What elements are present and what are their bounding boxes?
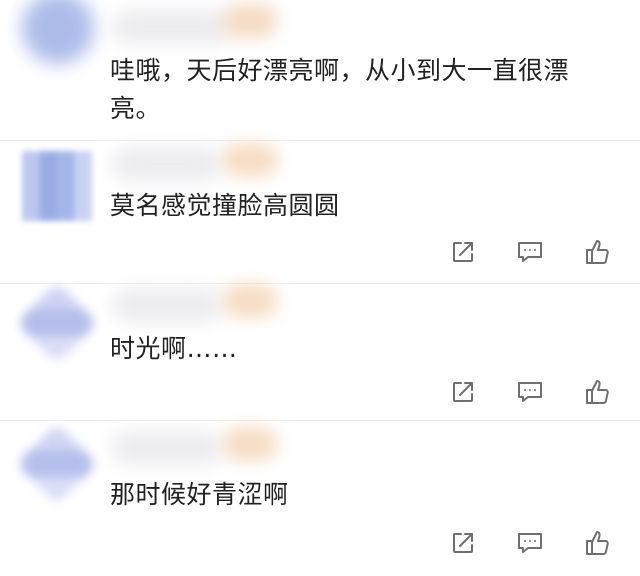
username-blurred [112, 431, 222, 465]
share-button[interactable] [446, 375, 480, 409]
comment-icon [518, 382, 542, 402]
comment-text: 时光啊…… [110, 334, 238, 363]
share-icon [453, 533, 473, 553]
reply-button[interactable] [513, 235, 547, 269]
comment-actions [440, 235, 620, 269]
user-badge-blurred [222, 143, 278, 177]
username-blurred [112, 147, 222, 181]
like-button[interactable] [580, 526, 614, 560]
like-button[interactable] [580, 375, 614, 409]
thumbs-up-icon [586, 531, 609, 555]
share-icon [453, 242, 473, 262]
comment-item: 时光啊…… [0, 281, 640, 420]
comment-text: 那时候好青涩啊 [110, 480, 289, 509]
avatar[interactable] [15, 281, 99, 365]
comment-text: 莫名感觉撞脸高圆圆 [110, 191, 340, 220]
user-badge-blurred [222, 427, 278, 461]
comment-text: 哇哦，天后好漂亮啊，从小到大一直很漂亮。 [110, 56, 570, 123]
user-badge-blurred [222, 284, 278, 318]
comment-list: 哇哦，天后好漂亮啊，从小到大一直很漂亮。 莫名感觉撞脸高圆圆 时光啊…… 那时候… [0, 0, 640, 576]
avatar[interactable] [15, 422, 99, 506]
comment-actions [440, 526, 620, 560]
share-icon [453, 382, 473, 402]
user-badge-blurred [222, 4, 278, 38]
thumbs-up-icon [586, 380, 609, 404]
like-button[interactable] [580, 235, 614, 269]
comment-icon [518, 242, 542, 262]
avatar[interactable] [22, 151, 92, 221]
comment-actions [440, 375, 620, 409]
username-blurred [112, 10, 232, 44]
comment-item: 那时候好青涩啊 [0, 421, 640, 576]
thumbs-up-icon [586, 240, 609, 264]
comment-item: 哇哦，天后好漂亮啊，从小到大一直很漂亮。 [0, 0, 640, 140]
avatar[interactable] [22, 0, 94, 64]
comment-icon [518, 533, 542, 553]
share-button[interactable] [446, 526, 480, 560]
share-button[interactable] [446, 235, 480, 269]
username-blurred [112, 288, 222, 322]
comment-item: 莫名感觉撞脸高圆圆 [0, 141, 640, 283]
reply-button[interactable] [513, 526, 547, 560]
reply-button[interactable] [513, 375, 547, 409]
